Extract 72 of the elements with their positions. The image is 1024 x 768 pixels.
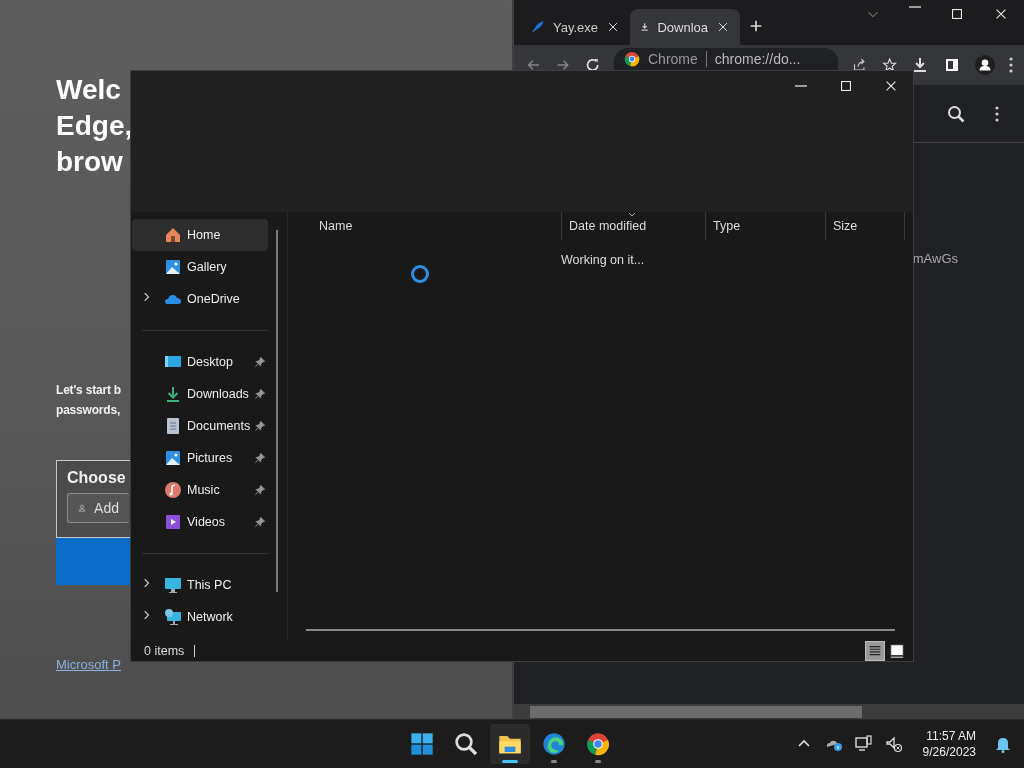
browser-tab[interactable]: Downloa bbox=[630, 9, 740, 45]
sidebar-item[interactable]: OneDrive bbox=[132, 283, 268, 315]
search-icon bbox=[947, 104, 965, 123]
home-icon bbox=[164, 226, 182, 244]
sort-icon bbox=[626, 212, 638, 217]
sidebar-item[interactable]: Desktop bbox=[132, 346, 268, 378]
pin-icon bbox=[254, 388, 266, 400]
pin-icon bbox=[254, 484, 266, 496]
taskbar-app[interactable] bbox=[490, 724, 530, 764]
menu-icon bbox=[1009, 57, 1013, 73]
edge-icon bbox=[542, 732, 566, 756]
gallery-icon bbox=[164, 258, 182, 276]
menu-icon bbox=[995, 105, 999, 122]
sidebar-item[interactable]: Gallery bbox=[132, 251, 268, 283]
loading-text: Working on it... bbox=[561, 253, 645, 267]
column-header[interactable]: Name bbox=[312, 212, 561, 240]
search-icon bbox=[454, 732, 478, 756]
horizontal-scrollbar[interactable] bbox=[514, 704, 1024, 720]
sidebar-item[interactable]: Downloads bbox=[132, 378, 268, 410]
pictures-icon bbox=[164, 449, 182, 467]
chrome-icon bbox=[586, 732, 610, 756]
profile-icon bbox=[975, 55, 995, 75]
documents-icon bbox=[164, 417, 182, 435]
add-profile-button[interactable]: Add bbox=[67, 493, 129, 523]
pin-icon bbox=[254, 516, 266, 528]
intro-text: passwords, bbox=[56, 402, 121, 419]
column-header[interactable]: Size bbox=[825, 212, 905, 240]
videos-icon bbox=[164, 513, 182, 531]
download-icon bbox=[911, 56, 929, 74]
column-header[interactable]: Type bbox=[705, 212, 825, 240]
intro-text: Let's start b bbox=[56, 382, 121, 399]
pin-icon bbox=[254, 356, 266, 368]
speaker-muted-icon bbox=[884, 735, 903, 753]
sidebar-item[interactable]: Pictures bbox=[132, 442, 268, 474]
pin-icon bbox=[254, 420, 266, 432]
music-icon bbox=[164, 481, 182, 499]
clock[interactable]: 11:57 AM 9/26/2023 bbox=[922, 728, 976, 760]
welcome-heading: brow bbox=[56, 145, 124, 179]
network-icon bbox=[164, 608, 182, 626]
pin-icon bbox=[254, 452, 266, 464]
welcome-heading: Welc bbox=[56, 73, 122, 107]
card-title: Choose bbox=[67, 469, 126, 487]
minimize-icon bbox=[794, 85, 807, 87]
chrome-logo-icon bbox=[624, 51, 640, 67]
sidebar-item[interactable]: Documents bbox=[132, 410, 268, 442]
sidebar-item[interactable]: Videos bbox=[132, 506, 268, 538]
network-icon bbox=[854, 735, 873, 753]
windows-logo-icon bbox=[410, 732, 434, 756]
column-header[interactable]: Date modified bbox=[561, 212, 705, 240]
sidebar-item[interactable]: Music bbox=[132, 474, 268, 506]
browser-tab[interactable]: Yay.exe bbox=[520, 9, 630, 45]
vertical-scrollbar[interactable] bbox=[276, 230, 278, 592]
sidebar-item[interactable]: Network bbox=[132, 601, 268, 633]
maximize-icon bbox=[949, 6, 965, 22]
download-item-text: mAwGs bbox=[912, 251, 958, 267]
notification-bell-icon bbox=[994, 735, 1012, 753]
privacy-link[interactable]: Microsoft P bbox=[56, 657, 121, 672]
minimize-icon bbox=[909, 6, 921, 8]
downloads-icon bbox=[164, 385, 182, 403]
sidebar-item[interactable]: This PC bbox=[132, 569, 268, 601]
horizontal-scrollbar[interactable] bbox=[306, 629, 895, 631]
thispc-icon bbox=[164, 576, 182, 594]
welcome-heading: Edge, bbox=[56, 109, 134, 143]
close-icon bbox=[606, 20, 620, 34]
address-bar[interactable]: Chrome chrome://do... bbox=[614, 48, 839, 70]
side-panel-icon bbox=[943, 56, 961, 74]
details-view-button[interactable] bbox=[865, 640, 885, 661]
tiles-view-icon bbox=[889, 642, 905, 659]
sidebar-item[interactable]: Home bbox=[132, 219, 268, 251]
loading-spinner bbox=[411, 265, 429, 283]
item-count: 0 items bbox=[144, 643, 185, 658]
close-icon bbox=[716, 20, 730, 34]
